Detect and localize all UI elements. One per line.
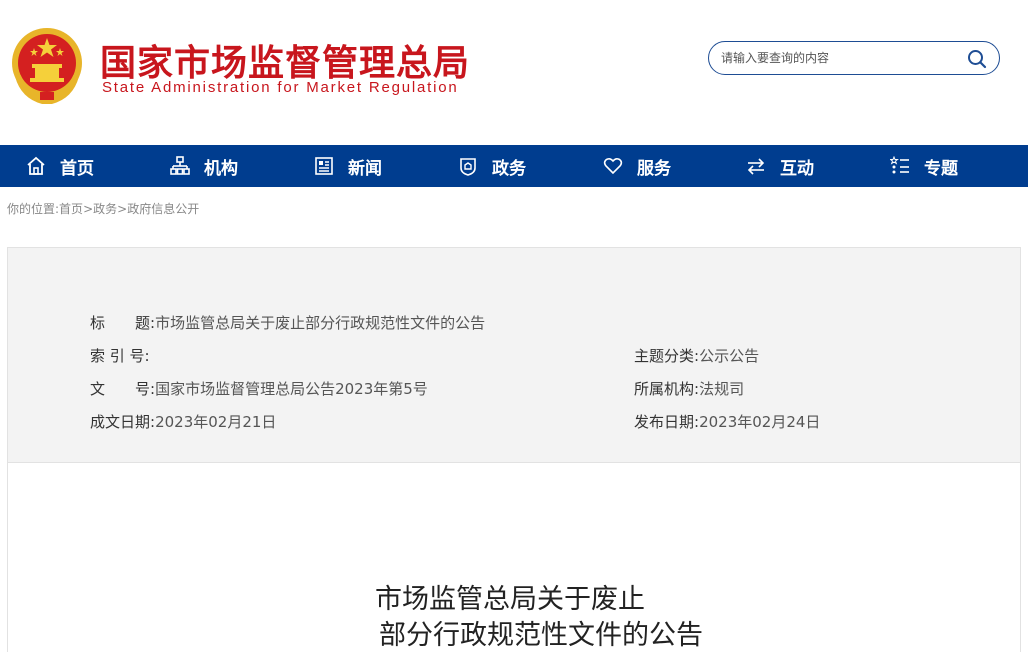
breadcrumb: 你的位置:首页>政务>政府信息公开 [7,200,199,217]
nav-item-home[interactable]: 首页 [26,145,94,187]
info-value-topic: 公示公告 [699,347,760,365]
document-title-line-1: 市场监管总局关于废止 [375,584,645,615]
breadcrumb-prefix: 你的位置: [7,202,60,216]
info-label-created-date: 成文日期: [90,413,156,431]
nav-item-organization[interactable]: 机构 [170,145,238,187]
site-header: 国家市场监督管理总局 State Administration for Mark… [0,0,1028,145]
government-affairs-icon [460,158,476,176]
breadcrumb-separator: > [83,202,94,216]
nav-label: 机构 [204,158,238,179]
info-label-docno: 文 号: [90,380,156,398]
nav-item-services[interactable]: 服务 [603,145,671,187]
info-row-agency: 所属机构:法规司 [634,378,744,399]
nav-label: 互动 [780,158,814,179]
info-row-created-date: 成文日期:2023年02月21日 [90,411,276,432]
nav-label: 政务 [492,158,526,179]
breadcrumb-link-government-affairs[interactable]: 政务 [93,202,117,216]
document-title-line-2: 部分行政规范性文件的公告 [379,620,703,651]
info-label-topic: 主题分类: [634,347,700,365]
info-value-agency: 法规司 [699,380,745,398]
info-label-index: 索 引 号: [90,347,150,365]
info-label-title: 标 题: [90,314,156,332]
nav-item-news[interactable]: 新闻 [314,145,382,187]
news-icon [315,157,333,175]
nav-item-interaction[interactable]: 互动 [746,145,814,187]
breadcrumb-link-home[interactable]: 首页 [59,202,83,216]
exchange-arrows-icon [747,158,765,175]
info-row-docno: 文 号:国家市场监督管理总局公告2023年第5号 [90,378,428,399]
info-value-created-date: 2023年02月21日 [155,413,277,431]
breadcrumb-separator: > [117,202,128,216]
nav-item-topics[interactable]: 专题 [890,145,958,187]
nav-item-government-affairs[interactable]: 政务 [458,145,526,187]
info-row-topic: 主题分类:公示公告 [634,345,759,366]
breadcrumb-link-info-disclosure[interactable]: 政府信息公开 [127,202,199,216]
nav-label: 专题 [924,158,958,179]
search-icon[interactable] [967,49,987,69]
nav-label: 服务 [637,158,671,179]
document-info-panel: 标 题:市场监管总局关于废止部分行政规范性文件的公告 索 引 号: 主题分类:公… [7,247,1021,463]
info-value-title: 市场监管总局关于废止部分行政规范性文件的公告 [155,314,486,332]
nav-label: 新闻 [348,158,382,179]
main-nav: 首页 机构 新闻 政务 服务 互动 专题 [0,145,1028,187]
national-emblem-icon[interactable] [10,26,84,104]
nav-label: 首页 [60,158,94,179]
info-row-title: 标 题:市场监管总局关于废止部分行政规范性文件的公告 [90,312,485,333]
heart-icon [603,157,623,175]
info-row-published-date: 发布日期:2023年02月24日 [634,411,820,432]
site-title-english[interactable]: State Administration for Market Regulati… [102,79,459,96]
topic-list-icon [890,156,909,174]
info-row-index: 索 引 号: [90,345,150,366]
search-input[interactable] [721,48,961,68]
info-value-published-date: 2023年02月24日 [699,413,821,431]
home-icon [27,156,45,175]
info-value-docno: 国家市场监督管理总局公告2023年第5号 [155,380,428,398]
search-box [708,41,1000,75]
document-content: 市场监管总局关于废止 部分行政规范性文件的公告 [7,463,1021,652]
info-label-agency: 所属机构: [634,380,700,398]
info-label-published-date: 发布日期: [634,413,700,431]
org-chart-icon [170,156,190,175]
